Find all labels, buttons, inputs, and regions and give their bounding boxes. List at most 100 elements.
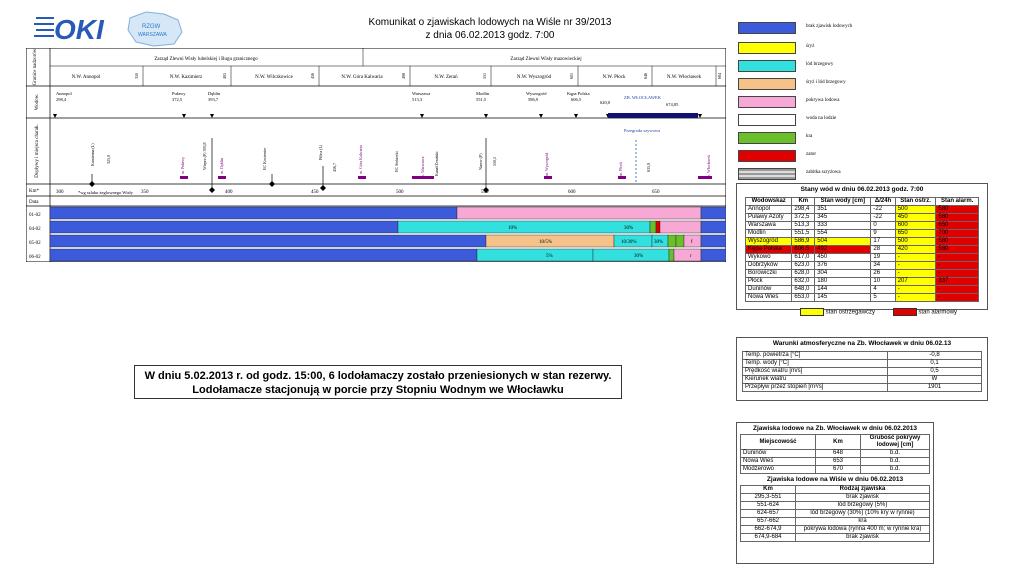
zarzad-left: Zarząd Zlewni Wisły lubelskiej i Bugu gr… <box>154 57 258 62</box>
cell: -22 <box>870 213 896 222</box>
cell: Płock <box>744 277 793 286</box>
cell: Prędkość wiatru [m/s] <box>742 367 888 376</box>
row-label-wodow: Wodow. <box>35 94 40 110</box>
row-label-doplywy: Dopływy i miejsca charak. <box>35 124 40 178</box>
cell: W <box>887 375 982 384</box>
km-tick-550: 550 <box>481 190 489 195</box>
wodowskaz-6-name: Wyszogród <box>526 91 547 96</box>
cell: Kierunek wiatru <box>742 375 888 384</box>
nadzor-8: N.W. Włocławek <box>667 75 702 80</box>
table-row: Modlin 551,5 554 9 650 700 <box>744 229 979 238</box>
table-row: Temp. powietrza [°C] -0,8 <box>742 351 982 360</box>
legend-label: woda na lodzie <box>806 116 837 121</box>
cell: 648,0 <box>791 285 816 294</box>
cell: 180 <box>814 277 872 286</box>
doplyw-pilica-km: 456,7 <box>332 163 338 172</box>
legend-swatch <box>738 22 796 34</box>
col-header: Km <box>815 434 861 450</box>
cell: 5 <box>870 293 896 302</box>
bar-r3-label-a: 10/5% <box>539 240 552 245</box>
cell: 144 <box>814 285 872 294</box>
doplyw-gora-kalwaria: m. Góra Kalwaria <box>358 145 363 174</box>
table-header-row: Miejscowość Km Grubość pokrywy lodowej [… <box>740 434 930 450</box>
cell: 492 <box>814 245 872 254</box>
doplyw-wieprz: Wieprz (P) 393,8 <box>202 143 208 171</box>
weather-table: Temp. powietrza [°C] -0,8 Temp. wody [°C]… <box>742 351 982 392</box>
cell: 580 <box>935 237 979 246</box>
wodowskaz-8-name: 620,0 <box>600 100 611 106</box>
table-row: Duninów 648,0 144 4- - <box>744 285 979 294</box>
stan-ostrz-label: stan ostrzegawczy <box>825 309 876 316</box>
table-row: Kierunek wiatru W <box>742 375 982 384</box>
row-label-granice: Granice nadzorów <box>33 48 38 85</box>
table-row: Modzerowo 670 b.d. <box>740 465 930 474</box>
nadzor-6: N.W. Wyszogród <box>517 75 552 80</box>
wodowskaz-6-km: 586,9 <box>528 97 539 103</box>
cell: 450 <box>814 253 872 262</box>
cell: 345 <box>814 213 872 222</box>
table-row: Przepływ przez stopień [m³/s] 1901 <box>742 383 982 392</box>
legend-swatch <box>738 114 796 126</box>
legend-label: pokrywa lodowa <box>806 98 840 103</box>
cell: pokrywa lodowa (rynna 400 m; w rynnie kr… <box>795 525 930 534</box>
cell: - <box>894 253 937 262</box>
report-title-line1: Komunikat o zjawiskach lodowych na Wiśle… <box>368 17 612 28</box>
table-row: 657-662 kra <box>740 517 930 526</box>
cell: b.d. <box>860 449 930 458</box>
cell: 304 <box>814 269 872 278</box>
bar-r4-label-b: 30% <box>634 254 643 259</box>
legend-item: pokrywa lodowa <box>738 96 858 108</box>
col-header: Stan alarm. <box>935 197 979 206</box>
cell: 420 <box>894 245 937 254</box>
wodowskaz-2-name: Puławy <box>172 91 186 96</box>
bar-r4-label-a: 5% <box>546 254 553 259</box>
wodowskaz-4-km: 513,3 <box>412 97 423 103</box>
stan-legend: stan ostrzegawczy stan alarmowy <box>800 308 957 316</box>
nadzor-6-km: 601 <box>569 73 574 79</box>
cell: -0,8 <box>887 351 982 360</box>
legend-item: zator <box>738 150 858 162</box>
km-axis: 300 350 400 450 500 550 600 650 *wg szla… <box>56 190 660 195</box>
legend-label: lód brzegowy <box>806 62 834 67</box>
cell: Wykowo <box>744 253 793 262</box>
col-header: Grubość pokrywy lodowej [cm] <box>860 434 930 450</box>
svg-text:WARSZAWA: WARSZAWA <box>138 32 168 38</box>
wodowskaz-2-km: 372,5 <box>172 97 183 103</box>
cell: 628,0 <box>791 269 816 278</box>
doplyw-kanal-zeranski: Kanał Żerański <box>434 151 439 176</box>
bar-r3-label-b: 10/30% <box>621 240 637 245</box>
legend-label: zabitka szryżowa <box>806 170 841 175</box>
cell: Modzerowo <box>740 465 816 474</box>
cell: 650 <box>894 229 937 238</box>
zb-wloclawek-bar <box>608 113 698 118</box>
legend-label: śryż <box>806 44 815 49</box>
stan-alarm-swatch <box>892 308 917 316</box>
cell: kra <box>795 517 930 526</box>
doplyw-plock: m. Płock <box>618 162 623 176</box>
nadzor-7: N.W. Płock <box>602 75 626 80</box>
table-row: Płock 632,0 180 10 207 337 <box>744 277 979 286</box>
cell: 551-624 <box>740 501 796 510</box>
table-row: Puławy Azoty 372,5 345 -22 450 580 <box>744 213 979 222</box>
wodowskaz-5-name: Modlin <box>476 91 490 96</box>
cell: 653 <box>815 457 861 466</box>
notice-line1: W dniu 5.02.2013 r. od godz. 15:00, 6 lo… <box>144 370 612 382</box>
cell: 351 <box>814 205 872 214</box>
table-row: Warszawa 513,3 333 0 600 650 <box>744 221 979 230</box>
cell: Kępa Polska <box>744 245 793 254</box>
table-row: Duninów 648 b.d. <box>740 449 930 458</box>
cell: - <box>935 253 979 262</box>
legend-swatch <box>738 60 796 72</box>
doplyw-kozienice: EC Kozienice <box>262 147 267 170</box>
legend-item: kra <box>738 132 858 144</box>
cell: 295,3-551 <box>740 493 796 502</box>
doplyw-kamienna-km: 325,0 <box>106 155 112 164</box>
cell: 500 <box>894 205 937 214</box>
cell: brak zjawisk <box>795 533 930 542</box>
doplyw-pilica: Pilica (L) <box>318 144 323 160</box>
doplyw-635-km: 635,9 <box>646 163 652 172</box>
cell: 504 <box>814 237 872 246</box>
bar-r2-label-a: 10% <box>508 226 517 231</box>
table-row: Nowa Wieś 653,0 145 5- - <box>744 293 979 302</box>
cell: lód brzegowy (30%) (10% kry w rynnie) <box>795 509 930 518</box>
